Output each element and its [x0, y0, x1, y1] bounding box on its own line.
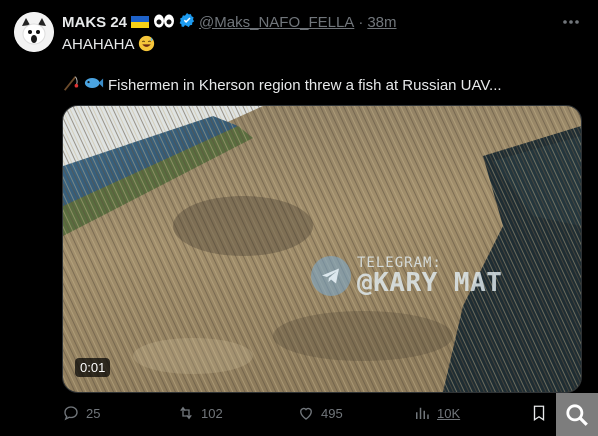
retweet-icon	[180, 406, 192, 420]
tweet[interactable]: MAKS 24 @Maks_NAFO_FELLA · 38m AHAHAHA F…	[0, 0, 598, 436]
tweet-text: AHAHAHA	[62, 36, 134, 53]
watermark-line2: @KARY MAT	[357, 268, 503, 298]
watermark: TELEGRAM: @KARY MAT	[311, 256, 502, 296]
author-name[interactable]: MAKS 24	[62, 14, 127, 31]
heart-icon	[300, 407, 312, 420]
sweat-smile-emoji-icon	[138, 35, 155, 56]
tweet-header: MAKS 24 @Maks_NAFO_FELLA · 38m	[62, 12, 397, 32]
timestamp[interactable]: 38m	[367, 14, 396, 31]
fish-emoji-icon	[84, 75, 104, 95]
reply-count: 25	[86, 405, 101, 421]
more-options-icon[interactable]	[561, 12, 581, 32]
tweet-text: Fishermen in Kherson region threw a fish…	[108, 76, 502, 94]
tweet-text-line2: Fishermen in Kherson region threw a fish…	[62, 74, 502, 96]
views-chart-icon	[416, 407, 429, 419]
video-frame	[63, 106, 581, 392]
verified-badge-icon	[179, 12, 195, 32]
video-player[interactable]: TELEGRAM: @KARY MAT 0:01	[62, 105, 582, 393]
telegram-logo-icon	[311, 256, 351, 296]
reply-button[interactable]: 25	[62, 404, 100, 422]
reply-icon	[64, 406, 78, 421]
eyes-emoji-icon	[153, 14, 175, 31]
separator: ·	[358, 13, 364, 31]
ukraine-flag-icon	[131, 16, 150, 28]
like-button[interactable]: 495	[297, 404, 343, 422]
video-duration: 0:01	[75, 358, 111, 377]
bookmark-icon	[533, 405, 545, 422]
retweet-button[interactable]: 102	[177, 404, 223, 422]
fishing-pole-emoji-icon	[62, 74, 80, 96]
search-button[interactable]	[556, 393, 598, 436]
search-icon	[566, 403, 588, 426]
views-button[interactable]: 10K	[413, 404, 460, 422]
views-count: 10K	[437, 405, 461, 421]
action-bar: 25 102 495 10K	[62, 403, 582, 423]
retweet-count: 102	[201, 405, 223, 421]
author-handle[interactable]: @Maks_NAFO_FELLA	[199, 14, 354, 31]
tweet-text-line1: AHAHAHA	[62, 35, 155, 56]
like-count: 495	[321, 405, 343, 421]
avatar[interactable]	[14, 12, 54, 52]
bookmark-button[interactable]	[530, 404, 548, 422]
